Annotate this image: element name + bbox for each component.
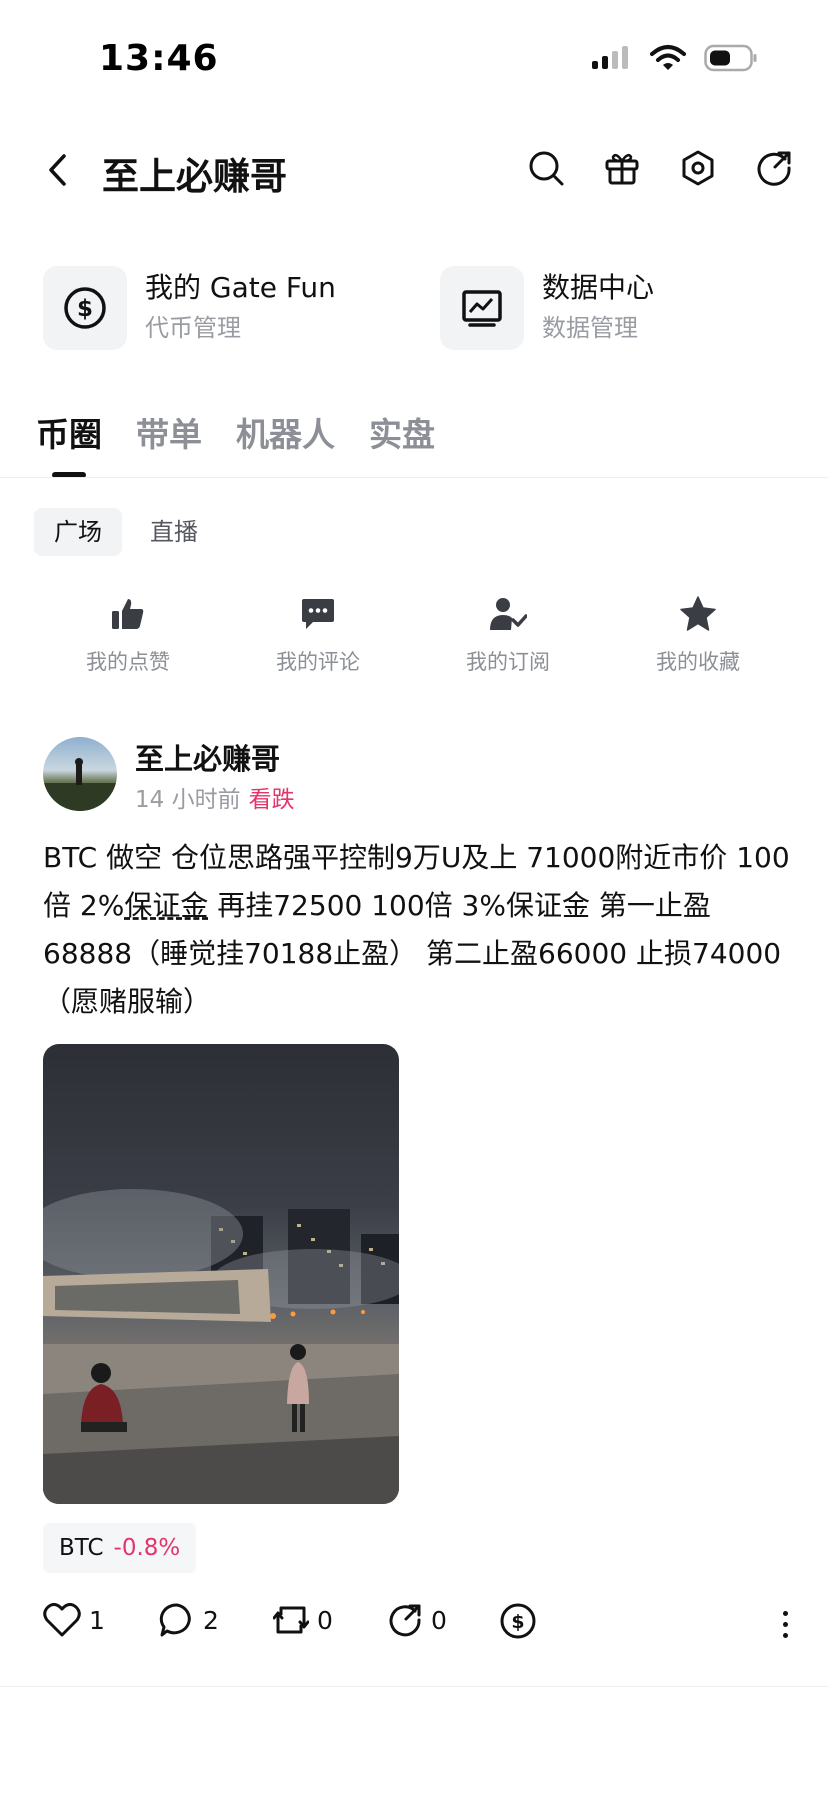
post-author-name[interactable]: 至上必赚哥 xyxy=(135,736,280,778)
header-actions xyxy=(526,148,794,188)
gate-fun-subtitle: 代币管理 xyxy=(145,314,241,342)
tabs-divider xyxy=(0,477,828,478)
like-count: 1 xyxy=(89,1605,105,1635)
my-subscriptions-label: 我的订阅 xyxy=(466,650,550,674)
comment-button[interactable]: 2 xyxy=(159,1602,219,1638)
chevron-left-icon xyxy=(49,154,66,186)
data-center-subtitle: 数据管理 xyxy=(542,314,638,342)
subtab-live[interactable]: 直播 xyxy=(130,508,218,556)
page-title: 至上必赚哥 xyxy=(102,155,287,198)
tab-live-trading[interactable]: 实盘 xyxy=(369,408,435,458)
data-center-card[interactable]: 数据中心 数据管理 xyxy=(440,266,654,350)
coin-tag-name: BTC xyxy=(59,1535,104,1561)
post-body-underlined-term[interactable]: 保证金 xyxy=(124,889,208,922)
coin-tag[interactable]: BTC -0.8% xyxy=(43,1523,197,1573)
my-activity-row: 我的点赞 我的评论 我的订阅 我的收藏 xyxy=(0,594,828,676)
status-bar: 13:46 xyxy=(0,0,828,120)
gift-icon xyxy=(605,153,639,185)
back-button[interactable] xyxy=(36,148,80,192)
cellular-signal-icon xyxy=(590,45,632,75)
more-dot-icon xyxy=(782,1632,788,1638)
repost-count: 0 xyxy=(317,1605,333,1635)
dollar-tip-icon: $ xyxy=(500,1603,536,1639)
comment-count: 2 xyxy=(203,1605,219,1635)
status-icons xyxy=(590,44,758,76)
comment-bubble-icon xyxy=(159,1603,191,1637)
author-avatar[interactable] xyxy=(43,737,117,811)
chart-monitor-icon xyxy=(440,266,524,350)
tip-button[interactable]: $ xyxy=(499,1602,537,1640)
data-center-title: 数据中心 xyxy=(542,271,655,304)
subtab-square[interactable]: 广场 xyxy=(34,508,122,556)
my-favorites-label: 我的收藏 xyxy=(656,650,740,674)
share-arrow-icon xyxy=(389,1604,421,1637)
gear-icon xyxy=(682,150,714,186)
coin-tag-change: -0.8% xyxy=(113,1535,181,1561)
gift-button[interactable] xyxy=(602,148,642,188)
my-favorites-button[interactable]: 我的收藏 xyxy=(603,594,793,676)
post-meta: 14 小时前 看跌 xyxy=(135,780,295,814)
my-likes-label: 我的点赞 xyxy=(86,650,170,674)
like-button[interactable]: 1 xyxy=(43,1602,105,1638)
comment-icon xyxy=(298,594,338,634)
share-icon xyxy=(757,151,791,186)
sub-tabs: 广场 直播 xyxy=(34,508,218,556)
post-image[interactable] xyxy=(43,1044,399,1504)
svg-text:$: $ xyxy=(511,1611,524,1633)
repost-button[interactable]: 0 xyxy=(273,1602,333,1638)
star-icon xyxy=(678,594,718,634)
my-subscriptions-button[interactable]: 我的订阅 xyxy=(413,594,603,676)
more-dot-icon xyxy=(782,1610,788,1616)
tab-coin-circle[interactable]: 币圈 xyxy=(36,408,102,478)
share-post-button[interactable]: 0 xyxy=(387,1602,447,1638)
my-likes-button[interactable]: 我的点赞 xyxy=(33,594,223,676)
heart-icon xyxy=(43,1602,81,1637)
wifi-icon xyxy=(650,44,686,76)
search-icon xyxy=(529,151,564,186)
more-options-button[interactable] xyxy=(775,1602,795,1646)
header: 至上必赚哥 xyxy=(0,130,828,210)
post-time: 14 小时前 xyxy=(135,787,241,813)
dollar-circle-icon: $ xyxy=(43,266,127,350)
repost-icon xyxy=(273,1606,309,1634)
post-actions: 1 2 0 0 $ xyxy=(43,1602,795,1646)
my-comments-label: 我的评论 xyxy=(276,650,360,674)
gate-fun-card[interactable]: $ 我的 Gate Fun 代币管理 xyxy=(43,266,336,350)
tab-copy-trading[interactable]: 带单 xyxy=(136,408,202,458)
gate-fun-title: 我的 Gate Fun xyxy=(145,271,336,304)
thumbs-up-icon xyxy=(108,594,148,634)
post-sentiment-badge: 看跌 xyxy=(248,787,295,813)
post-body[interactable]: BTC 做空 仓位思路强平控制9万U及上 71000附近市价 100倍 2%保证… xyxy=(43,834,791,1026)
share-button[interactable] xyxy=(754,148,794,188)
more-dot-icon xyxy=(782,1621,788,1627)
search-button[interactable] xyxy=(526,148,566,188)
my-comments-button[interactable]: 我的评论 xyxy=(223,594,413,676)
svg-text:$: $ xyxy=(77,296,93,322)
status-time: 13:46 xyxy=(99,38,219,79)
settings-button[interactable] xyxy=(678,148,718,188)
subscribe-icon xyxy=(488,594,528,634)
share-count: 0 xyxy=(431,1605,447,1635)
tab-bots[interactable]: 机器人 xyxy=(236,408,335,458)
battery-icon xyxy=(704,44,758,76)
main-tabs: 币圈 带单 机器人 实盘 xyxy=(36,408,435,478)
post-divider xyxy=(0,1686,828,1687)
